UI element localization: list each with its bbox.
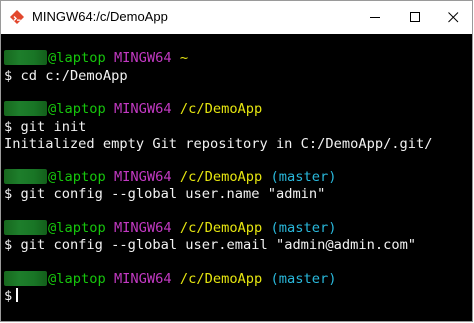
close-icon	[448, 12, 459, 23]
close-button[interactable]	[434, 1, 472, 34]
redacted-username	[4, 101, 47, 116]
prompt-line: @laptop MINGW64 ~	[4, 50, 188, 68]
maximize-icon	[410, 12, 420, 22]
text-cursor	[16, 288, 19, 302]
terminal-window: MINGW64:/c/DemoApp @laptop MINGW64 ~ $ c…	[0, 0, 473, 322]
prompt-line: @laptop MINGW64 /c/DemoApp (master)	[4, 220, 336, 238]
minimize-icon	[370, 17, 380, 18]
redacted-username	[4, 220, 47, 235]
redacted-username	[4, 50, 47, 65]
command-line: $ git init	[4, 119, 87, 135]
title-bar[interactable]: MINGW64:/c/DemoApp	[1, 1, 472, 34]
command-line[interactable]: $	[4, 288, 19, 306]
command-line: $ git config --global user.name "admin"	[4, 186, 326, 202]
terminal-output[interactable]: @laptop MINGW64 ~ $ cd c:/DemoApp @lapto…	[1, 34, 472, 321]
prompt-line: @laptop MINGW64 /c/DemoApp (master)	[4, 271, 336, 289]
prompt-line: @laptop MINGW64 /c/DemoApp (master)	[4, 169, 336, 187]
command-line: $ git config --global user.email "admin@…	[4, 237, 417, 253]
minimize-button[interactable]	[356, 1, 394, 34]
redacted-username	[4, 271, 47, 286]
maximize-button[interactable]	[396, 1, 434, 34]
command-line: $ cd c:/DemoApp	[4, 68, 128, 84]
git-bash-icon	[9, 9, 25, 25]
prompt-line: @laptop MINGW64 /c/DemoApp	[4, 101, 262, 119]
window-title: MINGW64:/c/DemoApp	[32, 9, 168, 24]
output-line: Initialized empty Git repository in C:/D…	[4, 136, 433, 152]
redacted-username	[4, 169, 47, 184]
